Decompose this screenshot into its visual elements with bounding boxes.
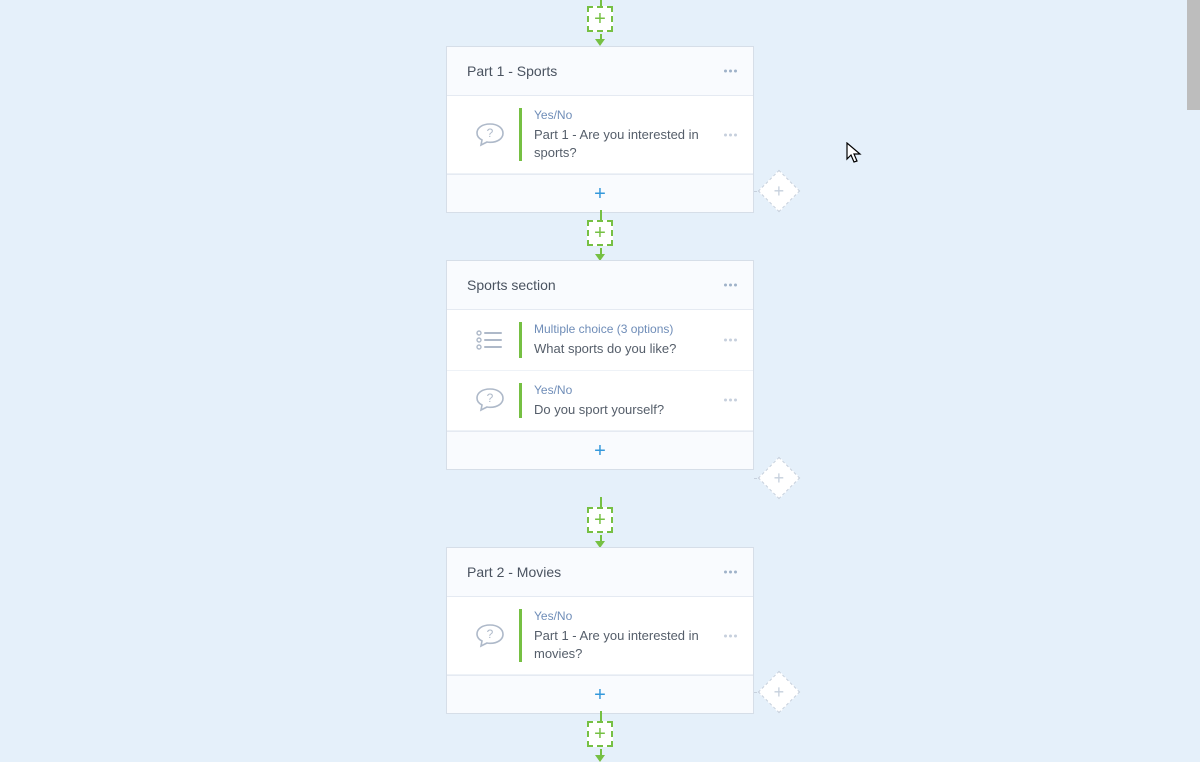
plus-icon: +: [594, 685, 606, 705]
survey-flow-canvas[interactable]: Part 1 - Sports ? Yes/No Part 1 - Are yo…: [0, 0, 1200, 760]
block-header[interactable]: Part 2 - Movies: [447, 548, 753, 597]
question-type: Yes/No: [534, 383, 713, 397]
question-text: Part 1 - Are you interested in sports?: [534, 126, 713, 161]
add-step-between-button[interactable]: [587, 6, 613, 32]
block-menu-icon[interactable]: [724, 571, 737, 574]
block-header[interactable]: Sports section: [447, 261, 753, 310]
accent-bar: [519, 383, 522, 419]
connector-line: [600, 711, 602, 721]
question-type: Multiple choice (3 options): [534, 322, 713, 336]
mouse-cursor-icon: [846, 142, 862, 164]
question-row[interactable]: ? Yes/No Part 1 - Are you interested in …: [447, 597, 753, 675]
question-text: Part 1 - Are you interested in movies?: [534, 627, 713, 662]
speech-bubble-icon: ?: [465, 383, 515, 419]
svg-text:?: ?: [487, 627, 494, 641]
question-menu-icon[interactable]: [724, 634, 737, 637]
accent-bar: [519, 108, 522, 161]
question-type: Yes/No: [534, 108, 713, 122]
block-menu-icon[interactable]: [724, 70, 737, 73]
speech-bubble-icon: ?: [465, 609, 515, 662]
add-step-between-button[interactable]: [587, 220, 613, 246]
add-branch-button[interactable]: [758, 457, 800, 499]
accent-bar: [519, 322, 522, 358]
question-text: What sports do you like?: [534, 340, 713, 358]
flow-block[interactable]: Sports section Multiple choice (3 option…: [446, 260, 754, 470]
block-title: Part 2 - Movies: [467, 564, 561, 580]
question-type: Yes/No: [534, 609, 713, 623]
add-question-button[interactable]: +: [447, 675, 753, 713]
add-step-between-button[interactable]: [587, 721, 613, 747]
question-row[interactable]: Multiple choice (3 options) What sports …: [447, 310, 753, 371]
list-icon: [465, 322, 515, 358]
add-question-button[interactable]: +: [447, 431, 753, 469]
question-menu-icon[interactable]: [724, 399, 737, 402]
block-header[interactable]: Part 1 - Sports: [447, 47, 753, 96]
add-question-button[interactable]: +: [447, 174, 753, 212]
arrow-down-icon: [595, 39, 605, 46]
arrow-down-icon: [595, 755, 605, 762]
question-row[interactable]: ? Yes/No Do you sport yourself?: [447, 371, 753, 432]
block-menu-icon[interactable]: [724, 284, 737, 287]
connector-line: [600, 210, 602, 220]
plus-icon: +: [594, 441, 606, 461]
accent-bar: [519, 609, 522, 662]
block-title: Part 1 - Sports: [467, 63, 557, 79]
add-branch-button[interactable]: [758, 671, 800, 713]
question-menu-icon[interactable]: [724, 338, 737, 341]
connector-line: [600, 497, 602, 507]
svg-text:?: ?: [487, 126, 494, 140]
speech-bubble-icon: ?: [465, 108, 515, 161]
add-step-between-button[interactable]: [587, 507, 613, 533]
add-branch-button[interactable]: [758, 170, 800, 212]
flow-block[interactable]: Part 1 - Sports ? Yes/No Part 1 - Are yo…: [446, 46, 754, 213]
plus-icon: +: [594, 184, 606, 204]
question-text: Do you sport yourself?: [534, 401, 713, 419]
svg-text:?: ?: [487, 391, 494, 405]
question-menu-icon[interactable]: [724, 133, 737, 136]
scrollbar-thumb[interactable]: [1187, 0, 1200, 110]
flow-block[interactable]: Part 2 - Movies ? Yes/No Part 1 - Are yo…: [446, 547, 754, 714]
question-row[interactable]: ? Yes/No Part 1 - Are you interested in …: [447, 96, 753, 174]
block-title: Sports section: [467, 277, 556, 293]
